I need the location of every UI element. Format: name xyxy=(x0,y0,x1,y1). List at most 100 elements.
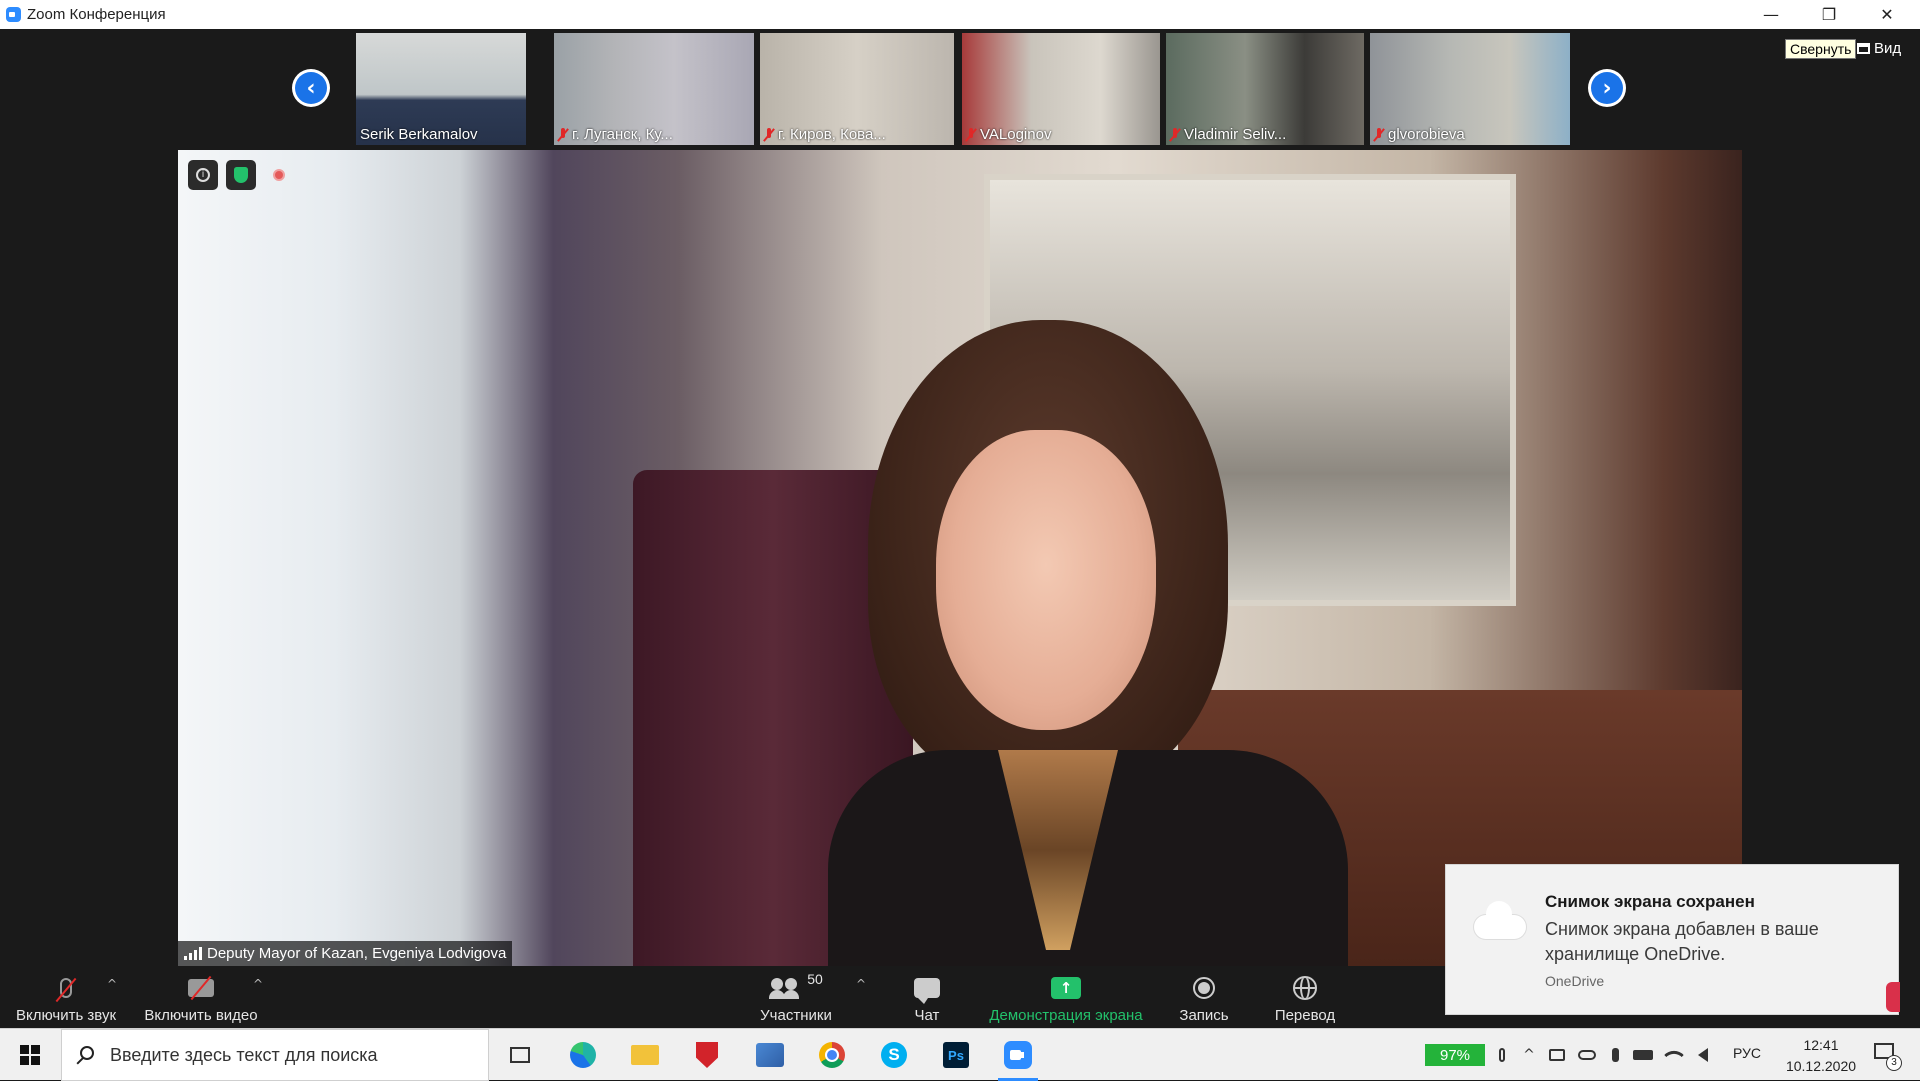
minimize-tooltip: Свернуть xyxy=(1785,39,1857,59)
participant-thumbnail[interactable]: Serik Berkamalov xyxy=(356,33,526,145)
window-title: Zoom Конференция xyxy=(27,6,166,23)
gallery-view-icon xyxy=(1857,43,1870,54)
skype-app[interactable]: S xyxy=(868,1029,920,1081)
share-screen-button[interactable]: ↑ Демонстрация экрана xyxy=(984,973,1148,1024)
unmute-label: Включить звук xyxy=(15,1007,117,1024)
share-screen-label: Демонстрация экрана xyxy=(989,1007,1143,1024)
start-button[interactable] xyxy=(0,1029,60,1081)
participant-name: г. Луганск, Ку... xyxy=(558,126,673,143)
folder-icon xyxy=(631,1045,659,1065)
notification-title: Снимок экрана сохранен xyxy=(1545,892,1755,911)
task-view-button[interactable] xyxy=(494,1029,546,1081)
muted-mic-icon xyxy=(1170,127,1180,142)
active-speaker-video[interactable]: i Deputy Mayor of Kazan, Evgeniya Lodvig… xyxy=(178,150,1742,966)
battery-tray-icon[interactable] xyxy=(1632,1044,1654,1066)
security-app[interactable] xyxy=(681,1029,733,1081)
edge-app[interactable] xyxy=(557,1029,609,1081)
muted-mic-icon xyxy=(764,127,774,142)
participant-strip: ‹ Serik Berkamalov г. Луганск, Ку... г. … xyxy=(0,29,1920,149)
touch-icon[interactable] xyxy=(1494,1044,1510,1066)
input-language[interactable]: РУС xyxy=(1733,1045,1761,1061)
audio-options-caret[interactable]: ^ xyxy=(107,977,117,991)
battery-indicator[interactable]: 97% xyxy=(1425,1044,1485,1066)
windows-logo-icon xyxy=(20,1045,40,1065)
antivirus-shield-icon xyxy=(696,1042,718,1068)
participant-name: VALoginov xyxy=(966,126,1051,143)
clock-time: 12:41 xyxy=(1803,1037,1839,1053)
task-view-icon xyxy=(510,1047,530,1063)
wifi-icon[interactable] xyxy=(1664,1044,1684,1066)
chat-button[interactable]: Чат xyxy=(902,973,952,1024)
participant-thumbnail[interactable]: г. Луганск, Ку... xyxy=(554,33,754,145)
zoom-icon xyxy=(1004,1041,1032,1069)
microphone-tray-icon[interactable] xyxy=(1608,1044,1622,1066)
meet-now-icon[interactable] xyxy=(1548,1044,1566,1066)
strip-prev-button[interactable]: ‹ xyxy=(292,69,330,107)
notification-body: Снимок экрана добавлен в ваше хранилище … xyxy=(1545,919,1819,964)
devices-icon xyxy=(756,1043,784,1067)
zoom-app[interactable] xyxy=(992,1029,1044,1081)
record-button[interactable]: Запись xyxy=(1172,973,1236,1024)
system-clock[interactable]: 12:41 10.12.2020 xyxy=(1776,1035,1866,1077)
device-manager-app[interactable] xyxy=(744,1029,796,1081)
record-icon xyxy=(1193,977,1215,999)
close-button[interactable]: ✕ xyxy=(1858,0,1916,29)
chevron-left-icon: ‹ xyxy=(295,72,327,104)
video-options-caret[interactable]: ^ xyxy=(253,977,263,991)
speaker-figure xyxy=(828,320,1348,966)
reactions-edge xyxy=(1886,982,1900,1012)
share-screen-icon: ↑ xyxy=(1051,977,1081,999)
recording-indicator xyxy=(264,160,294,190)
mic-off-icon xyxy=(60,978,72,998)
participant-thumbnail[interactable]: glvorobieva xyxy=(1370,33,1570,145)
speaker-name: Deputy Mayor of Kazan, Evgeniya Lodvigov… xyxy=(207,945,507,962)
unmute-button[interactable]: Включить звук xyxy=(12,973,120,1024)
clock-date: 10.12.2020 xyxy=(1785,1058,1857,1074)
notification-count-badge: 3 xyxy=(1886,1055,1902,1071)
participants-options-caret[interactable]: ^ xyxy=(856,977,866,991)
participant-name: glvorobieva xyxy=(1374,126,1465,143)
view-button[interactable]: Вид xyxy=(1857,40,1901,57)
edge-icon xyxy=(570,1042,596,1068)
speaker-name-tag: Deputy Mayor of Kazan, Evgeniya Lodvigov… xyxy=(178,941,513,966)
participants-button[interactable]: 50 Участники xyxy=(750,971,842,1024)
participant-thumbnail[interactable]: г. Киров, Кова... xyxy=(760,33,954,145)
skype-icon: S xyxy=(881,1042,907,1068)
action-center-button[interactable]: 3 xyxy=(1872,1041,1902,1071)
participants-label: Участники xyxy=(760,1007,832,1024)
onedrive-cloud-icon xyxy=(1466,901,1530,943)
record-label: Запись xyxy=(1179,1007,1229,1024)
restore-button[interactable]: ❐ xyxy=(1800,0,1858,29)
photoshop-app[interactable]: Ps xyxy=(930,1029,982,1081)
windows-taskbar: Введите здесь текст для поиска S Ps 97% … xyxy=(0,1028,1920,1081)
view-label: Вид xyxy=(1874,40,1902,57)
encryption-button[interactable] xyxy=(226,160,256,190)
participant-name: г. Киров, Кова... xyxy=(764,126,886,143)
start-video-button[interactable]: Включить видео xyxy=(140,973,262,1024)
chrome-app[interactable] xyxy=(806,1029,858,1081)
translate-button[interactable]: Перевод xyxy=(1268,973,1342,1024)
volume-icon[interactable] xyxy=(1692,1044,1714,1066)
participants-count: 50 xyxy=(807,971,823,987)
zoom-logo-icon xyxy=(6,7,21,22)
explorer-app[interactable] xyxy=(619,1029,671,1081)
search-icon xyxy=(80,1046,94,1060)
participant-thumbnail[interactable]: VALoginov xyxy=(962,33,1160,145)
strip-next-button[interactable]: › xyxy=(1588,69,1626,107)
title-bar: Zoom Конференция — ❐ ✕ xyxy=(0,0,1920,29)
onedrive-notification[interactable]: Снимок экрана сохранен Снимок экрана доб… xyxy=(1445,864,1899,1015)
participant-name: Vladimir Seliv... xyxy=(1170,126,1286,143)
translate-label: Перевод xyxy=(1274,1007,1336,1024)
meeting-info-button[interactable]: i xyxy=(188,160,218,190)
onedrive-tray-icon[interactable] xyxy=(1576,1044,1598,1066)
participant-thumbnail[interactable]: Vladimir Seliv... xyxy=(1166,33,1364,145)
notification-source: OneDrive xyxy=(1545,973,1605,989)
info-icon: i xyxy=(196,168,210,182)
taskbar-search[interactable]: Введите здесь текст для поиска xyxy=(61,1029,489,1081)
photoshop-icon: Ps xyxy=(943,1042,969,1068)
minimize-button[interactable]: — xyxy=(1742,0,1800,29)
signal-strength-icon xyxy=(184,947,202,960)
search-placeholder: Введите здесь текст для поиска xyxy=(110,1045,378,1065)
chat-label: Чат xyxy=(914,1007,940,1024)
tray-chevron[interactable]: ^ xyxy=(1520,1044,1538,1066)
